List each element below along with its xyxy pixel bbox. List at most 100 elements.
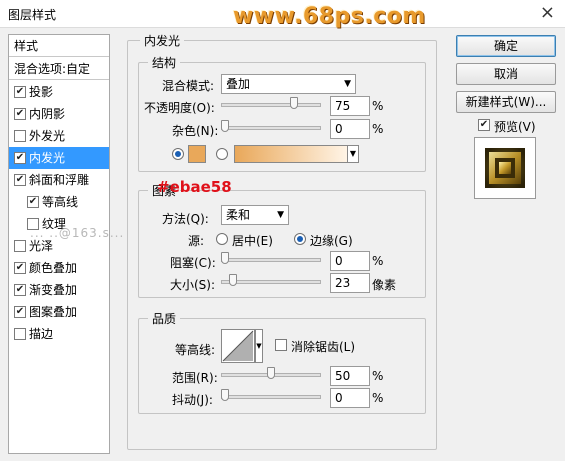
style-item-checkbox[interactable]: ✔ <box>14 107 26 120</box>
technique-value: 柔和 <box>226 208 251 222</box>
size-unit: 像素 <box>372 278 397 292</box>
choke-unit: % <box>372 254 384 268</box>
style-item-label: 投影 <box>29 85 54 99</box>
style-item-label: 颜色叠加 <box>29 261 78 275</box>
style-list-header: 样式 <box>9 35 109 57</box>
jitter-slider-track[interactable] <box>221 395 321 399</box>
jitter-unit: % <box>372 391 384 405</box>
antialias-checkbox[interactable] <box>275 339 287 351</box>
range-slider-thumb[interactable] <box>267 367 275 379</box>
color-tag: #ebae58 <box>157 178 232 196</box>
choke-label: 阻塞(C): <box>170 256 216 270</box>
opacity-slider-thumb[interactable] <box>290 97 298 109</box>
opacity-label: 不透明度(O): <box>144 101 215 115</box>
jitter-slider-thumb[interactable] <box>221 389 229 401</box>
style-item-checkbox[interactable]: ✔ <box>14 151 26 164</box>
structure-title: 结构 <box>148 54 181 71</box>
style-item-checkbox[interactable]: ✔ <box>14 305 26 318</box>
opacity-slider-track[interactable] <box>221 103 321 107</box>
site-watermark: www.68ps.com <box>233 4 426 29</box>
glow-color-swatch[interactable] <box>188 145 206 163</box>
choke-input[interactable]: 0 <box>330 251 370 271</box>
quality-title: 品质 <box>148 310 181 327</box>
blend-mode-select[interactable]: 叠加 ▼ <box>221 74 356 94</box>
style-item[interactable]: 描边 <box>9 323 109 345</box>
style-item[interactable]: ✔ 图案叠加 <box>9 301 109 323</box>
chevron-down-icon: ▼ <box>277 210 284 220</box>
blend-mode-value: 叠加 <box>226 77 251 91</box>
style-item[interactable]: 外发光 <box>9 125 109 147</box>
style-item-checkbox[interactable]: ✔ <box>14 173 26 186</box>
faint-watermark: ... ..@163.s... <box>30 226 125 240</box>
choke-slider-track[interactable] <box>221 258 321 262</box>
contour-dropdown-icon[interactable]: ▼ <box>255 329 263 363</box>
cancel-button[interactable]: 取消 <box>456 63 556 85</box>
style-item[interactable]: ✔ 斜面和浮雕 <box>9 169 109 191</box>
preview-swatch-icon <box>485 148 525 188</box>
style-item-checkbox[interactable]: ✔ <box>14 85 26 98</box>
source-edge-label: 边缘(G) <box>310 234 353 248</box>
solid-color-radio[interactable] <box>172 148 184 160</box>
blend-options-item[interactable]: 混合选项:自定 <box>9 58 109 80</box>
source-center-label: 居中(E) <box>232 234 273 248</box>
technique-label: 方法(Q): <box>162 212 209 226</box>
contour-curve-icon <box>222 330 254 362</box>
style-item-checkbox[interactable]: ✔ <box>27 195 39 208</box>
chevron-down-icon: ▼ <box>344 79 351 89</box>
choke-slider-thumb[interactable] <box>221 252 229 264</box>
antialias-label: 消除锯齿(L) <box>291 340 356 354</box>
style-item-checkbox[interactable] <box>14 239 26 252</box>
style-item-label: 内阴影 <box>29 107 66 121</box>
noise-unit: % <box>372 122 384 136</box>
range-input[interactable]: 50 <box>330 366 370 386</box>
style-item-label: 内发光 <box>29 151 66 165</box>
ok-button[interactable]: 确定 <box>456 35 556 57</box>
style-item-checkbox[interactable] <box>14 327 26 340</box>
blend-mode-label: 混合模式: <box>162 79 215 93</box>
new-style-button[interactable]: 新建样式(W)... <box>456 91 556 113</box>
style-item[interactable]: ✔ 内阴影 <box>9 103 109 125</box>
jitter-label: 抖动(J): <box>172 393 213 407</box>
noise-slider-track[interactable] <box>221 126 321 130</box>
technique-select[interactable]: 柔和 ▼ <box>221 205 289 225</box>
inner-glow-title: 内发光 <box>140 32 185 49</box>
size-slider-thumb[interactable] <box>229 274 238 286</box>
preview-checkbox[interactable]: ✔ <box>478 119 490 131</box>
style-item-checkbox[interactable]: ✔ <box>14 283 26 296</box>
source-edge-radio[interactable] <box>294 233 306 245</box>
contour-preview[interactable] <box>221 329 255 363</box>
style-list: 样式 混合选项:自定 ✔ 投影 ✔ 内阴影 外发光 ✔ 内发光 ✔ 斜面和浮雕 ✔ 等高线 纹理 光泽 ✔… <box>8 34 110 454</box>
size-label: 大小(S): <box>170 278 216 292</box>
style-item[interactable]: ✔ 颜色叠加 <box>9 257 109 279</box>
noise-label: 杂色(N): <box>172 124 219 138</box>
style-item[interactable]: ✔ 渐变叠加 <box>9 279 109 301</box>
opacity-unit: % <box>372 99 384 113</box>
source-center-radio[interactable] <box>216 233 228 245</box>
style-item-label: 渐变叠加 <box>29 283 78 297</box>
source-label: 源: <box>188 234 205 248</box>
style-item-label: 描边 <box>29 327 54 341</box>
gradient-dropdown-icon[interactable]: ▼ <box>347 145 359 163</box>
style-item-checkbox[interactable] <box>14 129 26 142</box>
style-item[interactable]: ✔ 内发光 <box>9 147 109 169</box>
style-item-label: 图案叠加 <box>29 305 78 319</box>
style-item-checkbox[interactable]: ✔ <box>14 261 26 274</box>
style-item-label: 等高线 <box>42 195 79 209</box>
opacity-input[interactable]: 75 <box>330 96 370 116</box>
jitter-input[interactable]: 0 <box>330 388 370 408</box>
window-title: 图层样式 <box>8 8 57 22</box>
style-item-label: 外发光 <box>29 129 66 143</box>
size-input[interactable]: 23 <box>330 273 370 293</box>
glow-gradient-swatch[interactable] <box>234 145 348 163</box>
style-item[interactable]: ✔ 投影 <box>9 81 109 103</box>
style-preview-thumbnail <box>474 137 536 199</box>
noise-input[interactable]: 0 <box>330 119 370 139</box>
noise-slider-thumb[interactable] <box>221 120 229 132</box>
gradient-radio[interactable] <box>216 148 228 160</box>
close-icon[interactable]: × <box>540 2 555 23</box>
style-item-label: 斜面和浮雕 <box>29 173 90 187</box>
contour-label: 等高线: <box>175 343 216 357</box>
style-item[interactable]: ✔ 等高线 <box>9 191 109 213</box>
range-label: 范围(R): <box>172 371 218 385</box>
style-item-label: 光泽 <box>29 239 54 253</box>
